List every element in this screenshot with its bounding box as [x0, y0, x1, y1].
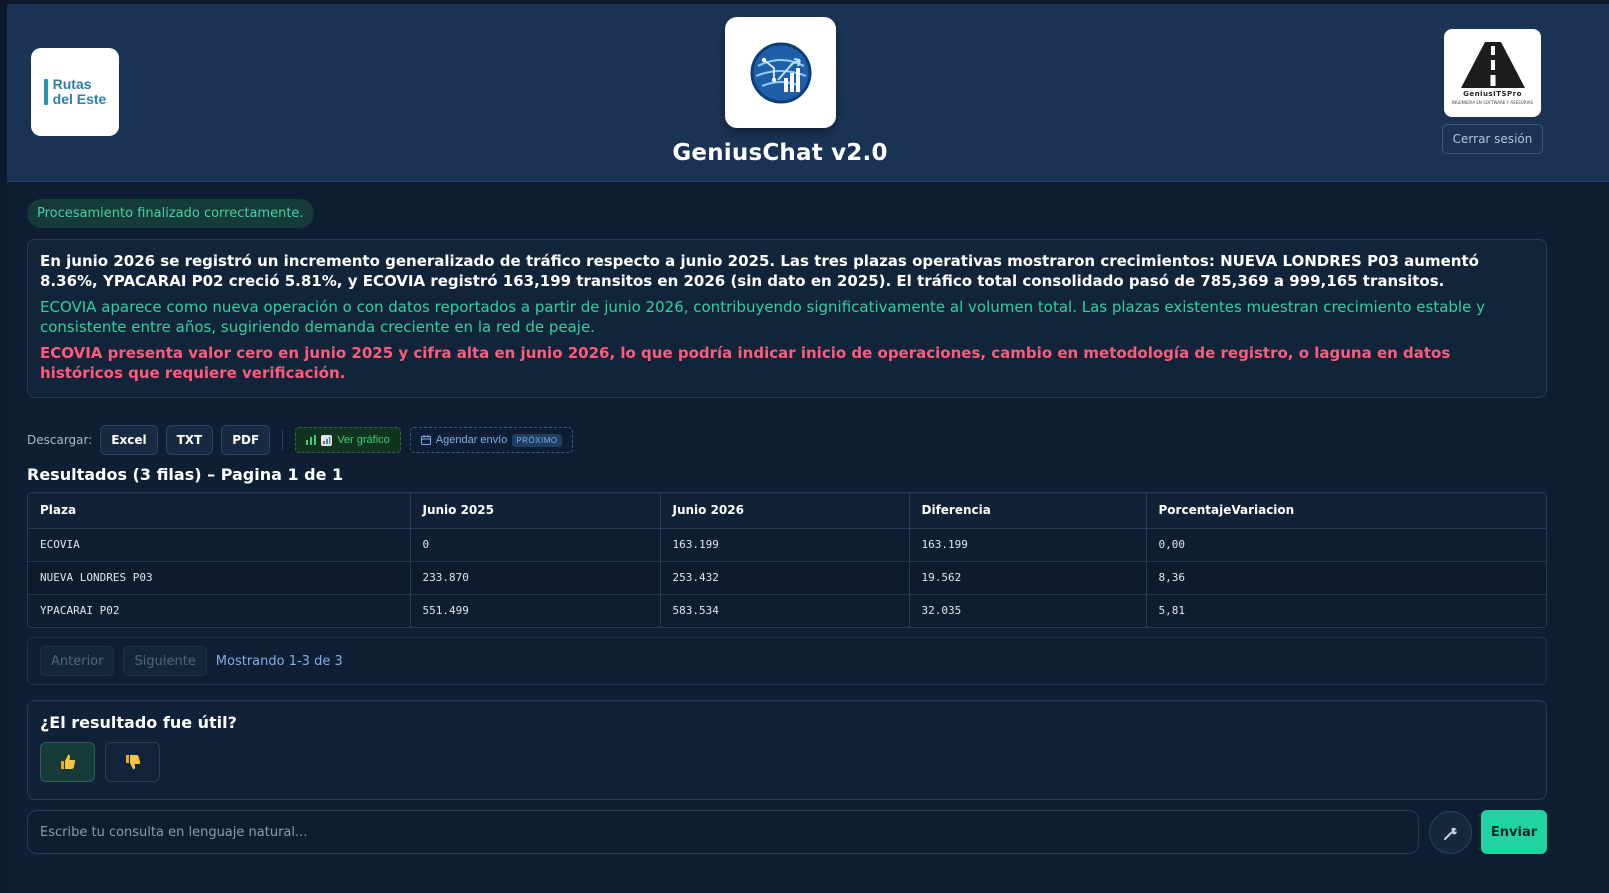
schedule-send-label: Agendar envío: [435, 434, 508, 446]
thumbs-down-icon: [125, 755, 140, 770]
send-button[interactable]: Enviar: [1481, 810, 1547, 854]
wrench-icon: [1443, 827, 1457, 840]
feedback-question: ¿El resultado fue útil?: [40, 713, 237, 732]
column-header-junio-2025: Junio 2025: [410, 493, 661, 529]
results-table: Plaza Junio 2025 Junio 2026 Diferencia P…: [27, 492, 1547, 628]
table-row: ECOVIA 0 163.199 163.199 0,00: [28, 528, 1546, 562]
download-excel-button[interactable]: Excel: [100, 425, 158, 455]
table-cell: 163.199: [909, 528, 1147, 562]
pagination-bar: Anterior Siguiente Mostrando 1-3 de 3: [27, 637, 1547, 685]
table-row: NUEVA LONDRES P03 233.870 253.432 19.562…: [28, 561, 1546, 595]
table-cell: 19.562: [909, 561, 1147, 595]
summary-alert-text: ECOVIA presenta valor cero en junio 2025…: [40, 344, 1451, 382]
table-cell: 233.870: [410, 561, 661, 595]
logo-text-line-2: del Este: [52, 91, 107, 107]
table-cell: 32.035: [909, 594, 1147, 627]
tools-button[interactable]: [1429, 811, 1472, 854]
table-cell: 5,81: [1146, 594, 1546, 627]
table-cell: 0: [410, 528, 661, 562]
app-header: Rutas del Este GeniusChat v2.0 GeniusITS…: [7, 4, 1609, 182]
thumbs-up-button[interactable]: [40, 742, 95, 782]
view-chart-button[interactable]: Ver gráfico: [295, 427, 401, 453]
geniusitspro-logo: GeniusITSPro INGENIERIA EN SOFTWARE Y AS…: [1444, 29, 1541, 117]
schedule-send-button[interactable]: Agendar envío PRÓXIMO: [409, 427, 573, 453]
thumbs-up-icon: [60, 754, 75, 769]
app-window: Rutas del Este GeniusChat v2.0 GeniusITS…: [7, 4, 1609, 893]
coming-soon-badge: PRÓXIMO: [512, 433, 562, 447]
table-cell: YPACARAI P02: [28, 594, 411, 627]
summary-panel: En junio 2026 se registró un incremento …: [27, 239, 1547, 398]
feedback-buttons: [40, 742, 1534, 782]
column-header-porcentaje: PorcentajeVariacion: [1146, 493, 1546, 529]
next-page-button[interactable]: Siguiente: [123, 646, 207, 676]
column-header-plaza: Plaza: [28, 493, 411, 529]
logo-text-line-1: Rutas: [52, 76, 92, 92]
column-header-diferencia: Diferencia: [909, 493, 1147, 529]
previous-page-button[interactable]: Anterior: [40, 646, 115, 676]
summary-insight-text: ECOVIA aparece como nueva operación o co…: [40, 298, 1485, 336]
download-toolbar: Descargar: Excel TXT PDF Ver gráfico Age…: [27, 425, 573, 455]
logo-bar: [43, 79, 48, 105]
calendar-icon: [420, 435, 431, 445]
geniuschat-logo: [725, 17, 836, 128]
toolbar-divider: [282, 430, 284, 450]
brand-tagline: INGENIERIA EN SOFTWARE Y ASESORIAS: [1451, 99, 1534, 105]
feedback-panel: ¿El resultado fue útil?: [27, 700, 1547, 800]
query-input[interactable]: [27, 810, 1419, 854]
download-txt-button[interactable]: TXT: [165, 425, 214, 455]
summary-main-text: En junio 2026 se registró un incremento …: [40, 252, 1479, 290]
brand-name: GeniusITSPro: [1463, 89, 1522, 98]
table-cell: 8,36: [1146, 561, 1546, 595]
road-icon: [1460, 41, 1525, 88]
logout-button[interactable]: Cerrar sesión: [1442, 124, 1543, 154]
table-cell: 163.199: [660, 528, 910, 562]
logo-text: Rutas del Este: [53, 77, 107, 107]
column-header-junio-2026: Junio 2026: [660, 493, 910, 529]
globe-circuit-icon: [750, 42, 811, 103]
download-label: Descargar:: [27, 433, 93, 447]
app-title: GeniusChat v2.0: [672, 140, 888, 166]
table-header-row: Plaza Junio 2025 Junio 2026 Diferencia P…: [28, 493, 1546, 529]
results-title: Resultados (3 filas) – Pagina 1 de 1: [27, 465, 344, 484]
table-cell: 0,00: [1146, 528, 1546, 562]
table-cell: NUEVA LONDRES P03: [28, 561, 411, 595]
pagination-info: Mostrando 1-3 de 3: [215, 653, 343, 669]
thumbs-down-button[interactable]: [105, 742, 160, 782]
table-cell: 551.499: [410, 594, 661, 627]
status-badge: Procesamiento finalizado correctamente.: [27, 199, 314, 228]
table-cell: ECOVIA: [28, 528, 411, 562]
table-cell: 253.432: [660, 561, 910, 595]
bar-chart-icon: [306, 435, 317, 445]
chart-emoji-icon: [321, 434, 333, 446]
view-chart-label: Ver gráfico: [337, 434, 390, 446]
rutas-del-este-logo: Rutas del Este: [31, 48, 119, 136]
table-row: YPACARAI P02 551.499 583.534 32.035 5,81: [28, 594, 1546, 627]
download-pdf-button[interactable]: PDF: [221, 425, 271, 455]
table-cell: 583.534: [660, 594, 910, 627]
